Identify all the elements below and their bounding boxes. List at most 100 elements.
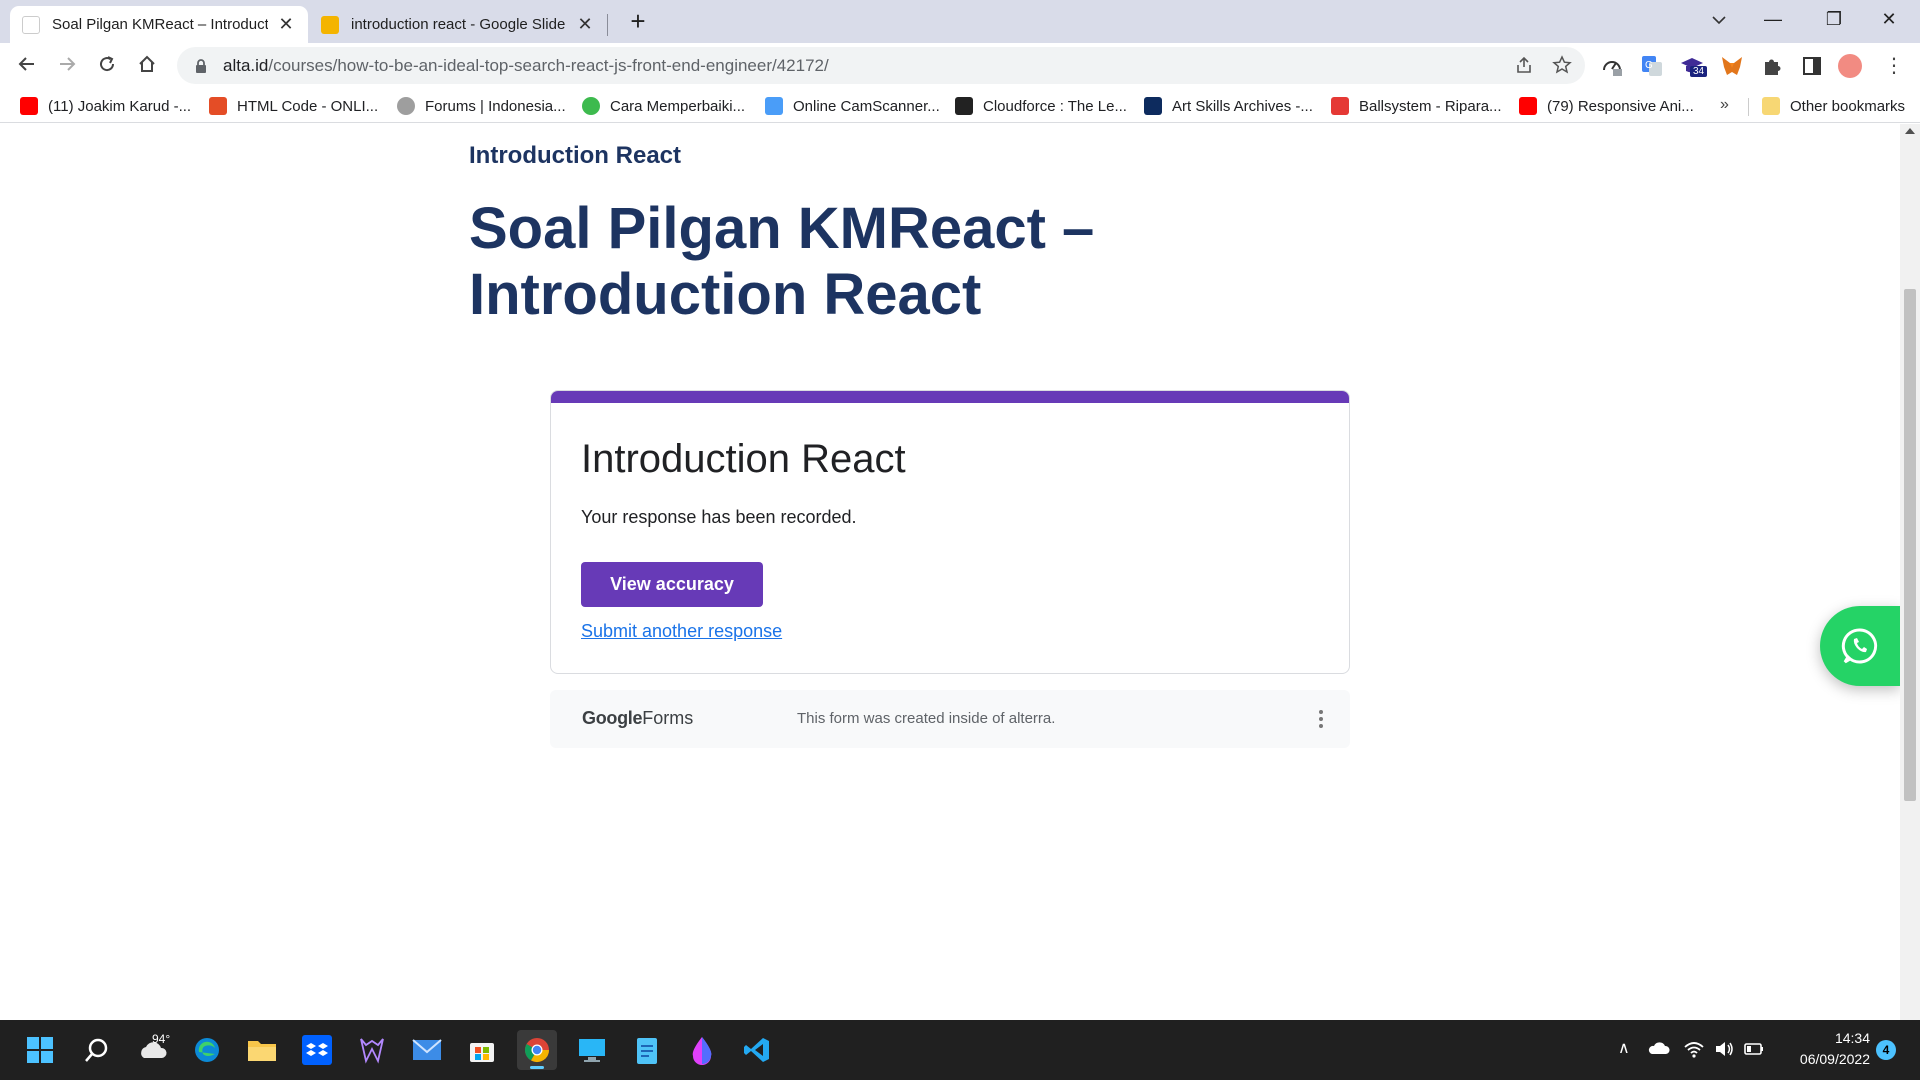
taskbar-notepad[interactable] xyxy=(627,1030,667,1070)
volume-icon[interactable] xyxy=(1713,1038,1735,1060)
bookmark-item[interactable]: Online CamScanner... xyxy=(765,94,940,118)
forward-button[interactable] xyxy=(50,49,84,83)
taskbar-paint-app[interactable] xyxy=(682,1030,722,1070)
restore-button[interactable]: ❐ xyxy=(1807,0,1861,38)
extension-badge: 34 xyxy=(1690,66,1708,77)
page-scrollbar[interactable] xyxy=(1900,124,1920,1020)
bookmark-label: Art Skills Archives -... xyxy=(1172,97,1313,115)
minimize-button[interactable]: — xyxy=(1746,0,1800,38)
bookmark-label: Cloudforce : The Le... xyxy=(983,97,1127,115)
form-confirmation-message: Your response has been recorded. xyxy=(581,507,857,527)
chrome-menu-icon[interactable]: ⋮ xyxy=(1882,54,1906,78)
puzzle-extensions-icon[interactable] xyxy=(1760,54,1784,78)
bookmark-item[interactable]: Forums | Indonesia... xyxy=(397,94,566,118)
bookmark-star-icon[interactable] xyxy=(1551,55,1573,77)
taskbar-dropbox[interactable] xyxy=(297,1030,337,1070)
browser-toolbar: alta.id/courses/how-to-be-an-ideal-top-s… xyxy=(0,43,1920,88)
speedometer-extension-icon[interactable] xyxy=(1600,54,1624,78)
taskbar-edge[interactable] xyxy=(187,1030,227,1070)
whatsapp-chat-button[interactable] xyxy=(1820,606,1900,686)
google-forms-logo[interactable]: GoogleForms xyxy=(582,708,693,729)
wifi-icon[interactable] xyxy=(1683,1038,1705,1060)
taskbar-microsoft-store[interactable] xyxy=(462,1030,502,1070)
tab-soal-pilgan[interactable]: Soal Pilgan KMReact – Introducti ✕ xyxy=(10,6,308,43)
home-button[interactable] xyxy=(130,49,164,83)
form-title: Introduction React xyxy=(581,437,906,481)
share-icon[interactable] xyxy=(1513,55,1535,77)
bookmark-label: Other bookmarks xyxy=(1790,97,1906,115)
bookmarks-overflow-button[interactable]: » xyxy=(1720,96,1729,114)
side-panel-icon[interactable] xyxy=(1800,54,1824,78)
scrollbar-thumb[interactable] xyxy=(1904,289,1916,801)
page-content: Introduction React Soal Pilgan KMReact –… xyxy=(0,124,1900,1020)
address-bar[interactable]: alta.id/courses/how-to-be-an-ideal-top-s… xyxy=(177,47,1585,84)
clock-date[interactable]: 06/09/2022 xyxy=(1778,1051,1870,1067)
youtube-icon xyxy=(20,97,38,115)
bookmark-item[interactable]: (79) Responsive Ani... xyxy=(1519,94,1694,118)
taskbar-vscode[interactable] xyxy=(737,1030,777,1070)
notification-count-badge[interactable]: 4 xyxy=(1876,1040,1896,1060)
taskbar-file-explorer[interactable] xyxy=(242,1030,282,1070)
onedrive-cloud-icon[interactable] xyxy=(1648,1038,1670,1060)
bookmark-item[interactable]: Cara Memperbaiki... xyxy=(582,94,745,118)
bookmark-item[interactable]: HTML Code - ONLI... xyxy=(209,94,378,118)
form-footer-text: This form was created inside of alterra. xyxy=(797,710,1056,727)
tab-google-slides[interactable]: introduction react - Google Slide ✕ xyxy=(309,6,607,43)
url-text[interactable]: alta.id/courses/how-to-be-an-ideal-top-s… xyxy=(223,56,829,76)
edge-browser-icon xyxy=(195,1038,219,1062)
bookmark-item[interactable]: Cloudforce : The Le... xyxy=(955,94,1127,118)
taskbar-remote-desktop[interactable] xyxy=(572,1030,612,1070)
tab-close-icon[interactable]: ✕ xyxy=(575,14,595,35)
svg-text:G: G xyxy=(1645,60,1653,71)
reload-button[interactable] xyxy=(90,49,124,83)
close-window-button[interactable]: ✕ xyxy=(1862,0,1916,38)
tray-overflow-chevron[interactable]: ∧ xyxy=(1618,1038,1630,1058)
search-icon xyxy=(85,1038,108,1062)
logo-forms-text: Forms xyxy=(642,708,694,728)
windows-taskbar: 94° ∧ 14:34 06/09/2022 4 xyxy=(0,1020,1920,1080)
translate-extension-icon[interactable]: G xyxy=(1640,54,1664,78)
metamask-fox-icon[interactable] xyxy=(1720,54,1744,78)
more-vert-icon[interactable] xyxy=(1316,704,1326,734)
monitor-icon xyxy=(579,1039,605,1062)
lock-icon[interactable] xyxy=(193,58,209,74)
url-host: alta.id xyxy=(223,55,269,75)
art-skills-icon xyxy=(1144,97,1162,115)
bookmark-item[interactable]: Ballsystem - Ripara... xyxy=(1331,94,1502,118)
taskbar-search-button[interactable] xyxy=(77,1030,117,1070)
scroll-up-arrow-icon[interactable] xyxy=(1905,128,1915,134)
mail-icon xyxy=(412,1039,442,1060)
start-button[interactable] xyxy=(20,1030,60,1070)
bookmark-item[interactable]: Art Skills Archives -... xyxy=(1144,94,1313,118)
vscode-icon xyxy=(744,1038,769,1062)
bookmark-label: (11) Joakim Karud -... xyxy=(48,97,192,115)
bookmark-label: Forums | Indonesia... xyxy=(425,97,566,115)
tab-search-button[interactable] xyxy=(1692,0,1746,38)
taskbar-chrome[interactable] xyxy=(517,1030,557,1070)
chevron-down-icon xyxy=(1712,16,1726,25)
tab-title: introduction react - Google Slide xyxy=(351,16,566,33)
bookmark-label: HTML Code - ONLI... xyxy=(237,97,379,115)
submit-another-response-link[interactable]: Submit another response xyxy=(581,621,782,642)
other-bookmarks-folder[interactable]: Other bookmarks xyxy=(1762,94,1905,118)
bookmark-label: Online CamScanner... xyxy=(793,97,940,115)
view-accuracy-button[interactable]: View accuracy xyxy=(581,562,763,607)
taskbar-predator-sense[interactable] xyxy=(352,1030,392,1070)
logo-google-text: Google xyxy=(582,708,643,728)
breadcrumb[interactable]: Introduction React xyxy=(469,142,681,170)
taskbar-mail[interactable] xyxy=(407,1030,447,1070)
google-form-card: Introduction React Your response has bee… xyxy=(550,390,1350,674)
clock-time[interactable]: 14:34 xyxy=(1800,1030,1870,1046)
battery-icon[interactable] xyxy=(1743,1038,1765,1060)
graduation-cap-extension-icon[interactable]: 34 xyxy=(1680,54,1708,78)
arrow-left-icon xyxy=(18,57,34,71)
profile-avatar[interactable] xyxy=(1838,54,1862,78)
page-title: Soal Pilgan KMReact – Introduction React xyxy=(469,196,1095,327)
tab-close-icon[interactable]: ✕ xyxy=(276,14,296,35)
dropbox-icon xyxy=(302,1035,332,1065)
bookmark-label: (79) Responsive Ani... xyxy=(1547,97,1694,115)
back-button[interactable] xyxy=(10,49,44,83)
new-tab-button[interactable]: + xyxy=(622,6,654,38)
bookmark-item[interactable]: (11) Joakim Karud -... xyxy=(20,94,191,118)
site-favicon-icon xyxy=(22,15,40,34)
